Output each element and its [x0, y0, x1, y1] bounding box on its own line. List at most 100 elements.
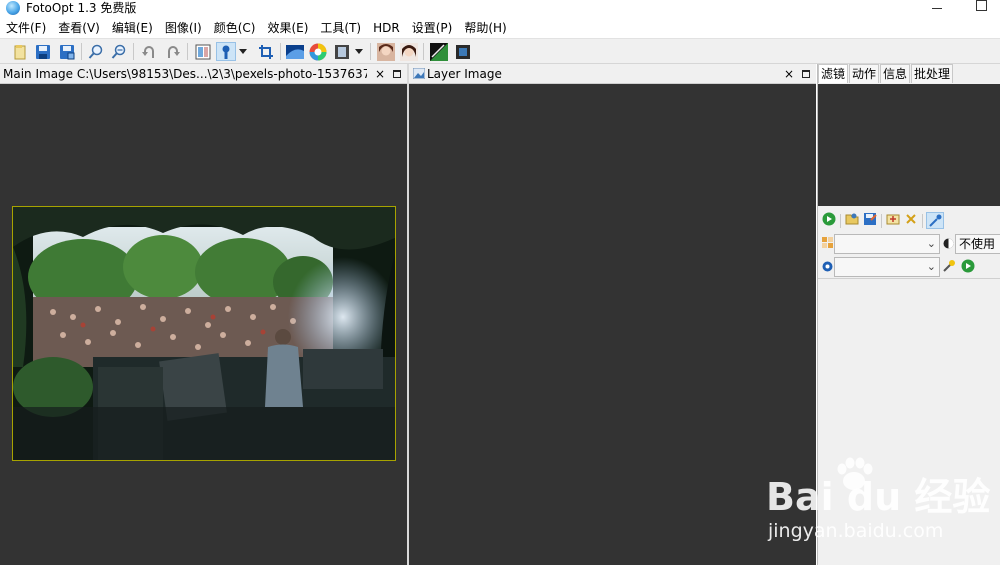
- brush-icon: [222, 45, 230, 59]
- brush-dropdown[interactable]: [237, 42, 249, 61]
- menu-view[interactable]: 查看(V): [58, 18, 100, 38]
- run-source-button[interactable]: [961, 259, 977, 275]
- layer-image-panel-header: Layer Image ×: [409, 64, 816, 84]
- add-filter-button[interactable]: [886, 212, 902, 228]
- levels-button[interactable]: [285, 42, 305, 61]
- right-panel-tabs: 滤镜 动作 信息 批处理: [818, 64, 1000, 84]
- menu-edit[interactable]: 编辑(E): [112, 18, 153, 38]
- compare-icon: [195, 44, 211, 59]
- right-panel-divider: [818, 278, 1000, 279]
- face-retouch-button[interactable]: [399, 42, 419, 61]
- tab-filters[interactable]: 滤镜: [818, 64, 849, 83]
- mask-button[interactable]: 不使用: [955, 234, 1000, 254]
- layer-image-canvas[interactable]: [409, 84, 816, 565]
- image-frame-button[interactable]: [453, 42, 473, 61]
- panel-splitter[interactable]: [407, 64, 409, 565]
- tab-batch[interactable]: 批处理: [911, 64, 954, 83]
- menu-image[interactable]: 图像(I): [165, 18, 202, 38]
- toolbar-separator: [280, 43, 281, 60]
- crop-button[interactable]: [256, 42, 276, 61]
- menu-tools[interactable]: 工具(T): [320, 18, 361, 38]
- eyedropper-icon: [929, 214, 942, 227]
- brush-button[interactable]: [216, 42, 236, 61]
- compare-button[interactable]: [193, 42, 213, 61]
- toolbar-separator: [840, 214, 841, 228]
- image-frame-icon: [456, 44, 470, 59]
- gradient-icon: [430, 42, 448, 61]
- filmstrip-dropdown[interactable]: [353, 42, 365, 61]
- layer-panel-float-button[interactable]: [802, 70, 810, 78]
- main-panel-float-button[interactable]: [393, 70, 401, 78]
- toolbar-separator: [81, 43, 82, 60]
- source-icon: [822, 261, 833, 272]
- menu-color[interactable]: 颜色(C): [214, 18, 256, 38]
- redo-button[interactable]: [163, 42, 183, 61]
- tab-info[interactable]: 信息: [880, 64, 911, 83]
- title-bar: FotoOpt 1.3 免费版: [0, 0, 1000, 18]
- menu-help[interactable]: 帮助(H): [464, 18, 506, 38]
- menu-file[interactable]: 文件(F): [6, 18, 46, 38]
- maximize-button[interactable]: [964, 0, 998, 18]
- crop-icon: [259, 44, 273, 59]
- gradient-button[interactable]: [429, 42, 449, 61]
- play-icon: [822, 212, 836, 226]
- add-filter-icon: [886, 214, 900, 225]
- blend-mode-combo[interactable]: ⌄: [834, 234, 940, 254]
- levels-icon: [286, 44, 304, 59]
- concert-photo: [13, 207, 395, 460]
- portrait-button[interactable]: [376, 42, 396, 61]
- filter-preview: [818, 84, 1000, 206]
- toolbar-separator: [881, 214, 882, 228]
- layer-panel-close-button[interactable]: ×: [784, 66, 794, 82]
- photo-thumbnail: [12, 206, 396, 461]
- zoom-out-icon: [111, 44, 126, 59]
- undo-button[interactable]: [139, 42, 159, 61]
- menu-bar: 文件(F) 查看(V) 编辑(E) 图像(I) 颜色(C) 效果(E) 工具(T…: [0, 18, 1000, 38]
- chevron-down-icon: [239, 48, 247, 54]
- open-icon: [14, 44, 26, 59]
- magic-wand-icon: [943, 260, 955, 272]
- face-retouch-icon: [400, 42, 418, 61]
- tab-actions[interactable]: 动作: [849, 64, 880, 83]
- save-filter-button[interactable]: [863, 212, 879, 228]
- chevron-down-icon: ⌄: [926, 260, 936, 273]
- menu-effects[interactable]: 效果(E): [267, 18, 308, 38]
- window-title: FotoOpt 1.3 免费版: [26, 1, 137, 15]
- remove-filter-icon: [906, 214, 916, 224]
- filter-toolbar: [818, 210, 1000, 232]
- zoom-in-icon: [88, 44, 103, 59]
- zoom-out-button[interactable]: [109, 42, 129, 61]
- source-combo[interactable]: ⌄: [834, 257, 940, 277]
- mask-label: 不使用: [959, 237, 996, 251]
- pick-source-button[interactable]: [942, 259, 958, 275]
- main-panel-close-button[interactable]: ×: [375, 66, 385, 82]
- toolbar: [0, 38, 1000, 64]
- source-row: ⌄: [818, 256, 1000, 278]
- mask-icon: [943, 238, 954, 249]
- save-icon: [36, 44, 50, 59]
- folder-open-icon: [845, 213, 859, 225]
- eyedropper-button[interactable]: [926, 212, 944, 229]
- filmstrip-button[interactable]: [332, 42, 352, 61]
- open-button[interactable]: [10, 42, 30, 61]
- undo-icon: [142, 45, 154, 58]
- open-filter-button[interactable]: [845, 212, 861, 228]
- remove-filter-button[interactable]: [904, 212, 920, 228]
- main-image-panel-header: Main Image C:\Users\98153\Des...\2\3\pex…: [0, 64, 407, 84]
- main-image-canvas[interactable]: [0, 84, 407, 565]
- color-wheel-button[interactable]: [308, 42, 328, 61]
- right-panel: 滤镜 动作 信息 批处理 ⌄ 不使用 ⌄: [817, 64, 1000, 565]
- chevron-down-icon: [355, 48, 363, 54]
- save-as-icon: [60, 44, 75, 59]
- save-as-button[interactable]: [57, 42, 77, 61]
- save-button[interactable]: [33, 42, 53, 61]
- menu-hdr[interactable]: HDR: [373, 18, 400, 38]
- apply-filter-button[interactable]: [822, 212, 838, 228]
- toolbar-separator: [922, 214, 923, 228]
- filmstrip-icon: [335, 44, 349, 59]
- menu-settings[interactable]: 设置(P): [412, 18, 453, 38]
- minimize-button[interactable]: [920, 0, 954, 18]
- toolbar-separator: [133, 43, 134, 60]
- zoom-in-button[interactable]: [86, 42, 106, 61]
- toolbar-separator: [423, 43, 424, 60]
